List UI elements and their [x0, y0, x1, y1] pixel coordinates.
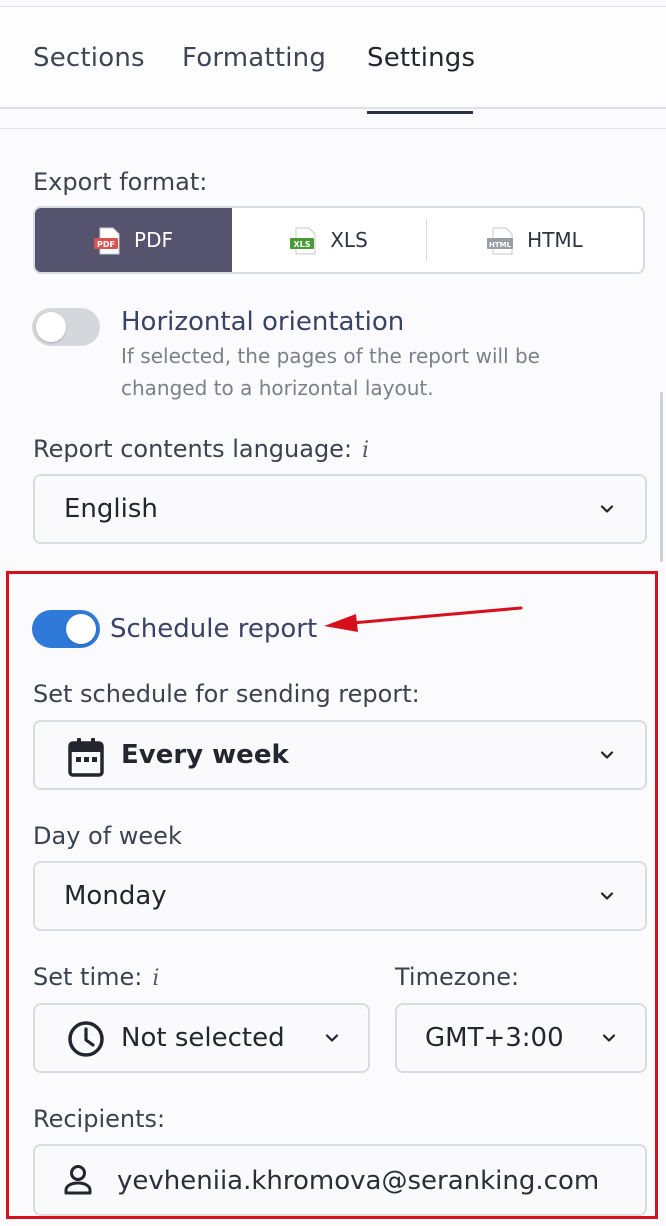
- horizontal-orientation-toggle[interactable]: [32, 308, 100, 346]
- timezone-value: GMT+3:00: [425, 1023, 564, 1053]
- set-time-label: Set time: i: [33, 963, 159, 991]
- person-icon: [64, 1165, 92, 1195]
- section-divider: [0, 128, 666, 129]
- html-file-icon: HTML: [487, 227, 517, 255]
- set-time-label-text: Set time:: [33, 963, 143, 991]
- pdf-badge-text: PDF: [97, 240, 115, 249]
- info-icon[interactable]: i: [362, 438, 369, 463]
- set-time-select[interactable]: Not selected: [33, 1003, 370, 1073]
- schedule-report-label: Schedule report: [110, 614, 318, 644]
- tab-bar: Sections Formatting Settings: [0, 7, 666, 114]
- tab-settings[interactable]: Settings: [367, 43, 475, 73]
- language-select[interactable]: English: [33, 474, 647, 544]
- chevron-down-icon: [600, 751, 614, 759]
- xls-file-icon: XLS: [290, 227, 320, 255]
- export-xls-label: XLS: [330, 228, 368, 252]
- export-format-label: Export format:: [33, 168, 208, 196]
- pdf-file-icon: PDF: [94, 227, 124, 255]
- description-line-2: changed to a horizontal layout.: [121, 376, 434, 400]
- recipient-email: yevheniia.khromova@seranking.com: [117, 1166, 600, 1196]
- info-icon[interactable]: i: [152, 966, 159, 991]
- timezone-label: Timezone:: [395, 963, 520, 991]
- language-label: Report contents language: i: [33, 435, 369, 463]
- day-of-week-label: Day of week: [33, 822, 182, 850]
- xls-badge-text: XLS: [294, 240, 311, 249]
- tab-sections[interactable]: Sections: [33, 43, 145, 73]
- export-xls-button[interactable]: XLS XLS: [232, 208, 426, 272]
- tab-formatting[interactable]: Formatting: [182, 43, 326, 73]
- chevron-down-icon: [600, 505, 614, 513]
- toggle-knob: [36, 312, 66, 342]
- scrollbar[interactable]: [660, 392, 663, 562]
- day-of-week-select[interactable]: Monday: [33, 861, 647, 931]
- clock-icon: [68, 1021, 104, 1057]
- set-time-value: Not selected: [121, 1023, 285, 1053]
- annotation-arrow-icon: [324, 606, 523, 632]
- day-of-week-value: Monday: [64, 881, 167, 911]
- calendar-icon: [68, 738, 104, 777]
- active-tab-indicator: [367, 111, 473, 114]
- recipients-label: Recipients:: [33, 1105, 166, 1133]
- description-line-1: If selected, the pages of the report wil…: [121, 344, 540, 368]
- chevron-down-icon: [325, 1034, 339, 1042]
- horizontal-orientation-title: Horizontal orientation: [121, 307, 405, 337]
- chevron-down-icon: [600, 892, 614, 900]
- toggle-knob: [66, 614, 96, 644]
- html-badge-text: HTML: [489, 241, 512, 249]
- schedule-frequency-select[interactable]: Every week: [33, 720, 647, 790]
- tab-bar-divider: [0, 107, 666, 109]
- schedule-report-toggle[interactable]: [32, 610, 100, 648]
- export-html-button[interactable]: HTML HTML: [427, 208, 643, 272]
- export-format-selector: PDF PDF XLS XLS HTML HTML: [33, 206, 645, 274]
- export-pdf-button[interactable]: PDF PDF: [35, 208, 232, 272]
- language-value: English: [64, 494, 158, 524]
- schedule-frequency-label: Set schedule for sending report:: [33, 680, 420, 708]
- recipients-field[interactable]: yevheniia.khromova@seranking.com: [33, 1144, 647, 1216]
- chevron-down-icon: [602, 1034, 616, 1042]
- timezone-select[interactable]: GMT+3:00: [395, 1003, 647, 1073]
- schedule-frequency-value: Every week: [121, 740, 289, 770]
- horizontal-orientation-description: If selected, the pages of the report wil…: [121, 340, 540, 404]
- export-pdf-label: PDF: [134, 228, 173, 252]
- export-html-label: HTML: [527, 228, 583, 252]
- language-label-text: Report contents language:: [33, 435, 353, 463]
